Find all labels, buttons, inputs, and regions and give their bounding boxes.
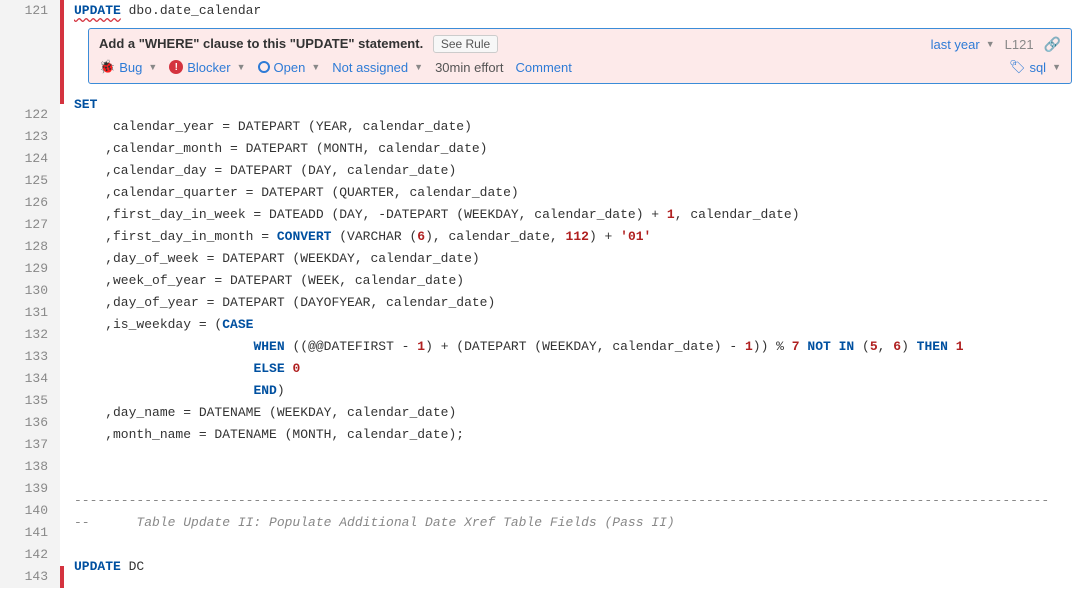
code-line: END) <box>74 380 1080 402</box>
issue-title: Add a "WHERE" clause to this "UPDATE" st… <box>99 36 423 51</box>
line-number: 123 <box>0 126 60 148</box>
issue-type-dropdown[interactable]: 🐞Bug▼ <box>99 59 157 75</box>
code-line: ,is_weekday = (CASE <box>74 314 1080 336</box>
open-status-icon <box>258 61 270 73</box>
code-line: ,first_day_in_month = CONVERT (VARCHAR (… <box>74 226 1080 248</box>
marker-column <box>60 0 72 588</box>
code-area: UPDATE dbo.date_calendar Add a "WHERE" c… <box>60 0 1080 588</box>
issue-status-dropdown[interactable]: Open▼ <box>258 60 321 75</box>
line-number: 129 <box>0 258 60 280</box>
line-number: 134 <box>0 368 60 390</box>
line-number: 127 <box>0 214 60 236</box>
line-number: 137 <box>0 434 60 456</box>
bug-icon: 🐞 <box>99 59 115 75</box>
issue-severity-dropdown[interactable]: !Blocker▼ <box>169 60 245 75</box>
see-rule-button[interactable]: See Rule <box>433 35 498 53</box>
code-line: ,first_day_in_week = DATEADD (DAY, -DATE… <box>74 204 1080 226</box>
issue-tag-dropdown[interactable]: 🏷sql▼ <box>1009 59 1061 75</box>
code-line: ,week_of_year = DATEPART (WEEK, calendar… <box>74 270 1080 292</box>
issue-box[interactable]: Add a "WHERE" clause to this "UPDATE" st… <box>88 28 1072 84</box>
line-number: 122 <box>0 104 60 126</box>
issue-marker[interactable] <box>60 566 64 588</box>
code-line: ,calendar_quarter = DATEPART (QUARTER, c… <box>74 182 1080 204</box>
line-number: 124 <box>0 148 60 170</box>
line-number: 126 <box>0 192 60 214</box>
issue-age-dropdown[interactable]: last year▼ <box>931 37 995 52</box>
line-number: 143 <box>0 566 60 588</box>
line-number: 142 <box>0 544 60 566</box>
code-line-comment: ----------------------------------------… <box>74 490 1080 512</box>
code-line: ,day_of_week = DATEPART (WEEKDAY, calend… <box>74 248 1080 270</box>
line-number: 132 <box>0 324 60 346</box>
chevron-down-icon: ▼ <box>311 62 320 72</box>
code-line <box>74 534 1080 556</box>
chevron-down-icon: ▼ <box>414 62 423 72</box>
code-line: SET <box>74 94 1080 116</box>
line-number: 139 <box>0 478 60 500</box>
line-number: 121 <box>0 0 60 104</box>
code-line: ,day_of_year = DATEPART (DAYOFYEAR, cale… <box>74 292 1080 314</box>
code-line: calendar_year = DATEPART (YEAR, calendar… <box>74 116 1080 138</box>
line-number: 130 <box>0 280 60 302</box>
issue-comment-link[interactable]: Comment <box>516 60 572 75</box>
line-number: 140 <box>0 500 60 522</box>
line-number: 125 <box>0 170 60 192</box>
code-line: ,month_name = DATENAME (MONTH, calendar_… <box>74 424 1080 446</box>
code-line: ,day_name = DATENAME (WEEKDAY, calendar_… <box>74 402 1080 424</box>
line-number: 141 <box>0 522 60 544</box>
blocker-icon: ! <box>169 60 183 74</box>
issue-location: L121 <box>1005 37 1034 52</box>
chevron-down-icon: ▼ <box>237 62 246 72</box>
line-number: 133 <box>0 346 60 368</box>
chevron-down-icon: ▼ <box>1052 62 1061 72</box>
issue-assignee-dropdown[interactable]: Not assigned▼ <box>332 60 423 75</box>
issue-marker[interactable] <box>60 0 64 104</box>
permalink-icon[interactable]: 🔗 <box>1044 36 1061 53</box>
tag-icon: 🏷 <box>1009 59 1026 75</box>
code-line: ,calendar_month = DATEPART (MONTH, calen… <box>74 138 1080 160</box>
issue-effort: 30min effort <box>435 60 503 75</box>
code-line-comment: -- Table Update II: Populate Additional … <box>74 512 1080 534</box>
keyword-update: UPDATE <box>74 3 121 18</box>
line-number: 131 <box>0 302 60 324</box>
code-line: ELSE 0 <box>74 358 1080 380</box>
code-line <box>74 468 1080 490</box>
chevron-down-icon: ▼ <box>986 39 995 49</box>
line-number: 135 <box>0 390 60 412</box>
code-line <box>74 446 1080 468</box>
line-number-gutter: 121 122 123 124 125 126 127 128 129 130 … <box>0 0 60 588</box>
code-line: WHEN ((@@DATEFIRST - 1) + (DATEPART (WEE… <box>74 336 1080 358</box>
line-number: 138 <box>0 456 60 478</box>
chevron-down-icon: ▼ <box>148 62 157 72</box>
line-number: 136 <box>0 412 60 434</box>
code-line: UPDATE DC <box>74 556 1080 578</box>
code-line: ,calendar_day = DATEPART (DAY, calendar_… <box>74 160 1080 182</box>
code-line: UPDATE dbo.date_calendar <box>74 0 1080 22</box>
line-number: 128 <box>0 236 60 258</box>
